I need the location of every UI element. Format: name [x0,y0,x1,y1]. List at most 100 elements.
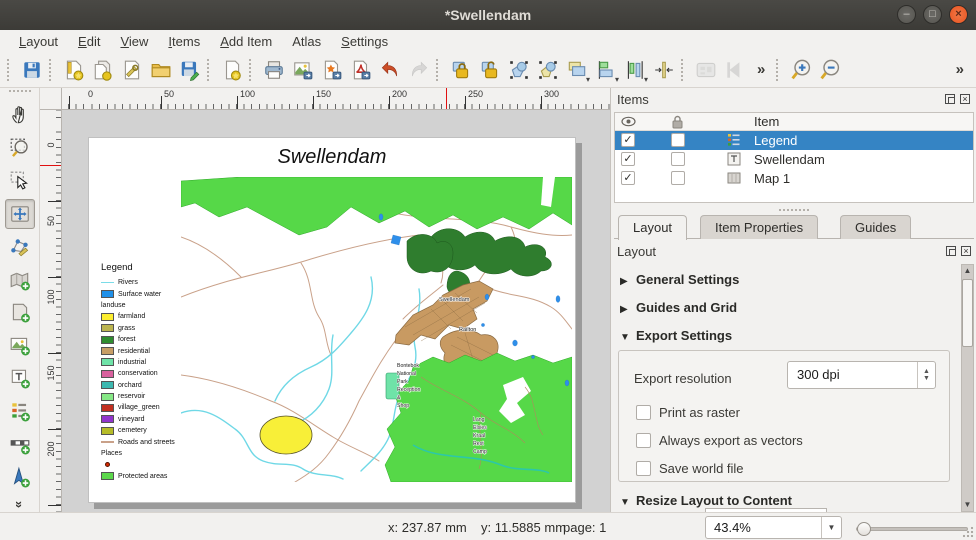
toolbar-grip[interactable] [7,59,14,81]
items-row-legend[interactable]: Legend [615,131,973,150]
zoom-out-button[interactable] [815,55,844,84]
panel-scrollbar[interactable]: ▲ ▼ [961,264,974,512]
save-world-file-checkbox[interactable]: Save world file [636,461,744,476]
map-title-label[interactable]: Swellendam [89,146,575,169]
zoom-tool-button[interactable] [5,133,35,163]
scroll-down-icon[interactable]: ▼ [962,499,973,511]
layout-manager-button[interactable] [117,55,146,84]
menu-view[interactable]: View [111,32,157,51]
lock-items-button[interactable] [446,55,475,84]
visibility-checkbox[interactable] [621,152,635,166]
visibility-checkbox[interactable] [621,171,635,185]
save-button[interactable] [17,55,46,84]
window-resize-grip[interactable] [962,526,974,538]
close-panel-icon[interactable]: × [960,94,970,104]
export-resolution-spinbox[interactable]: 300 dpi ▲▼ [787,361,936,389]
spinner-buttons[interactable]: ▲▼ [917,362,935,388]
select-move-item-button[interactable] [5,166,35,196]
add-map-button[interactable] [5,265,35,295]
section-export-settings[interactable]: ▼Export Settings [620,328,732,343]
unlock-all-button[interactable] [475,55,504,84]
tab-layout[interactable]: Layout [618,215,687,240]
zoom-in-button[interactable] [786,55,815,84]
minimize-button[interactable]: – [897,5,916,24]
canvas-viewport[interactable]: Swellendam [63,111,610,512]
zoom-slider[interactable] [856,527,968,531]
move-item-content-button[interactable] [5,199,35,229]
redo-button[interactable] [404,55,433,84]
section-resize-layout[interactable]: ▼Resize Layout to Content [620,493,792,508]
layout-canvas[interactable]: 050100150200250300 050100150200 Swellend… [40,88,610,512]
menu-layout[interactable]: Layout [10,32,67,51]
toolbar-grip[interactable] [436,59,443,81]
export-image-button[interactable] [288,55,317,84]
close-button[interactable]: × [949,5,968,24]
save-as-button[interactable] [175,55,204,84]
toolbox-more-button[interactable]: » [12,501,27,508]
menu-atlas[interactable]: Atlas [283,32,330,51]
toolbar-grip[interactable] [776,59,783,81]
distribute-items-button[interactable]: ▾ [620,55,649,84]
ungroup-items-button[interactable] [533,55,562,84]
lock-checkbox[interactable] [671,152,685,166]
scrollbar-thumb[interactable] [962,279,973,347]
menu-add-item[interactable]: Add Item [211,32,281,51]
atlas-first-feature-button[interactable] [720,55,749,84]
map-item[interactable]: Swellendam Railton Bontebok National Par… [181,177,572,482]
add-north-arrow-button[interactable] [5,462,35,492]
checkbox-box[interactable] [636,405,651,420]
raise-items-button[interactable]: ▾ [562,55,591,84]
lock-checkbox[interactable] [671,171,685,185]
add-picture-button[interactable] [5,330,35,360]
new-layout-button[interactable] [59,55,88,84]
group-items-button[interactable] [504,55,533,84]
menu-settings[interactable]: Settings [332,32,397,51]
items-row-swellendam[interactable]: Swellendam [615,150,973,169]
float-panel-icon[interactable] [946,246,956,256]
legend-item[interactable]: Legend RiversSurface waterlandusefarmlan… [101,262,231,482]
checkbox-box[interactable] [636,461,651,476]
undo-button[interactable] [375,55,404,84]
panel-splitter[interactable] [611,206,976,214]
zoom-slider-handle[interactable] [857,522,871,536]
toolbar-grip[interactable] [207,59,214,81]
toolbar-overflow-button[interactable]: » [749,61,773,78]
lock-checkbox[interactable] [671,133,685,147]
export-svg-button[interactable] [317,55,346,84]
export-pdf-button[interactable] [346,55,375,84]
toolbar-grip[interactable] [681,59,688,81]
float-panel-icon[interactable] [945,94,955,104]
titlebar[interactable]: *Swellendam – □ × [0,0,976,30]
items-row-map1[interactable]: Map 1 [615,169,973,188]
print-as-raster-checkbox[interactable]: Print as raster [636,405,740,420]
toolbar-grip[interactable] [9,90,31,96]
close-panel-icon[interactable]: × [961,246,971,256]
checkbox-box[interactable] [636,433,651,448]
pan-tool-button[interactable] [5,100,35,130]
combo-dropdown-icon[interactable]: ▼ [821,517,841,538]
tab-guides[interactable]: Guides [840,215,911,239]
maximize-button[interactable]: □ [923,5,942,24]
zoom-level-combobox[interactable]: 43.4% ▼ [705,516,842,539]
toolbar-grip[interactable] [249,59,256,81]
align-items-button[interactable]: ▾ [591,55,620,84]
layout-page[interactable]: Swellendam [88,137,576,503]
toolbar-overflow-button[interactable]: » [948,61,972,78]
edit-nodes-button[interactable] [5,232,35,262]
always-export-vectors-checkbox[interactable]: Always export as vectors [636,433,803,448]
ellipse-shape-item[interactable] [260,416,312,454]
section-guides-and-grid[interactable]: ▶Guides and Grid [620,300,737,315]
add-label-button[interactable] [5,363,35,393]
tab-item-properties[interactable]: Item Properties [700,215,818,239]
print-button[interactable] [259,55,288,84]
visibility-checkbox[interactable] [621,133,635,147]
open-layout-button[interactable] [146,55,175,84]
toolbar-grip[interactable] [49,59,56,81]
section-general-settings[interactable]: ▶General Settings [620,272,739,287]
resize-items-button[interactable] [649,55,678,84]
menu-edit[interactable]: Edit [69,32,109,51]
add-pages-button[interactable] [217,55,246,84]
add-legend-button[interactable] [5,396,35,426]
add-3d-map-button[interactable] [5,298,35,328]
scroll-up-icon[interactable]: ▲ [962,265,973,277]
